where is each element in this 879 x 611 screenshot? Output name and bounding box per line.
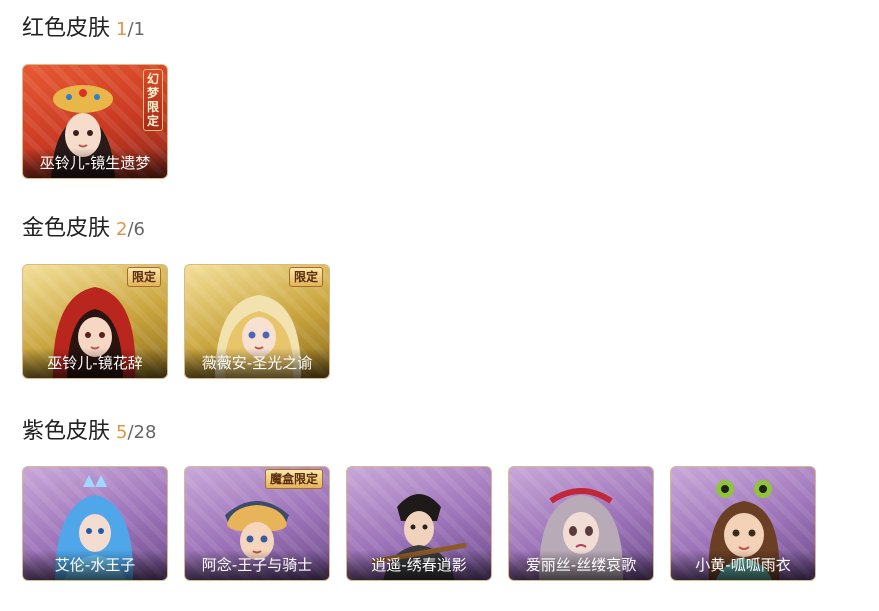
- skin-name: 薇薇安-圣光之谕: [185, 348, 329, 378]
- section-count: 2/6: [116, 219, 145, 240]
- owned-count: 1: [116, 19, 128, 40]
- skin-card-xiaohuang-guaguayuyi[interactable]: 小黄-呱呱雨衣: [670, 466, 816, 581]
- skin-card-wulinger-jinghuaci[interactable]: 限定 巫铃儿-镜花辞: [22, 264, 168, 379]
- skin-row: 幻梦限定 巫铃儿-镜生遗梦: [22, 64, 184, 179]
- section-count: 5/28: [116, 422, 156, 443]
- skin-card-wulinger-jingshengyimeng[interactable]: 幻梦限定 巫铃儿-镜生遗梦: [22, 64, 168, 179]
- limited-tag: 限定: [288, 267, 323, 287]
- skin-card-anian-wangziyuqishi[interactable]: 魔盒限定 阿念-王子与骑士: [184, 466, 330, 581]
- total-count: /6: [127, 219, 145, 240]
- section-purple-skins: 紫色皮肤 5/28 艾伦-水王子 魔盒限定 阿念-王子与骑士 逍遥-绣春逍影 爱…: [22, 417, 832, 581]
- section-title: 紫色皮肤 5/28: [22, 417, 832, 447]
- skin-name: 艾伦-水王子: [23, 550, 167, 580]
- owned-count: 2: [116, 219, 128, 240]
- skin-card-weiweian-shengguangzhiyu[interactable]: 限定 薇薇安-圣光之谕: [184, 264, 330, 379]
- section-count: 1/1: [116, 19, 145, 40]
- section-title: 红色皮肤 1/1: [22, 14, 184, 44]
- skin-name: 阿念-王子与骑士: [185, 550, 329, 580]
- skin-name: 逍遥-绣春逍影: [347, 550, 491, 580]
- total-count: /1: [127, 19, 145, 40]
- skin-row: 限定 巫铃儿-镜花辞 限定 薇薇安-圣光之谕: [22, 264, 346, 379]
- skin-card-xiaoyao-xiuchunxiaoying[interactable]: 逍遥-绣春逍影: [346, 466, 492, 581]
- limited-tag: 幻梦限定: [143, 69, 163, 131]
- section-red-skins: 红色皮肤 1/1 幻梦限定 巫铃儿-镜生遗梦: [22, 14, 184, 179]
- limited-tag: 限定: [126, 267, 161, 287]
- owned-count: 5: [116, 422, 128, 443]
- section-name: 金色皮肤: [22, 216, 111, 241]
- skin-name: 巫铃儿-镜花辞: [23, 348, 167, 378]
- section-name: 紫色皮肤: [22, 419, 111, 444]
- skin-name: 巫铃儿-镜生遗梦: [23, 148, 167, 178]
- total-count: /28: [127, 422, 157, 443]
- skin-name: 爱丽丝-丝缕哀歌: [509, 550, 653, 580]
- skin-card-ailun-shuiwangzi[interactable]: 艾伦-水王子: [22, 466, 168, 581]
- section-name: 红色皮肤: [22, 16, 111, 41]
- section-gold-skins: 金色皮肤 2/6 限定 巫铃儿-镜花辞 限定 薇薇安-圣光之谕: [22, 214, 346, 379]
- skin-card-ailisi-sichuaiaige[interactable]: 爱丽丝-丝缕哀歌: [508, 466, 654, 581]
- skin-name: 小黄-呱呱雨衣: [671, 550, 815, 580]
- skin-row: 艾伦-水王子 魔盒限定 阿念-王子与骑士 逍遥-绣春逍影 爱丽丝-丝缕哀歌 小黄…: [22, 466, 832, 581]
- limited-tag: 魔盒限定: [264, 469, 323, 489]
- section-title: 金色皮肤 2/6: [22, 214, 346, 244]
